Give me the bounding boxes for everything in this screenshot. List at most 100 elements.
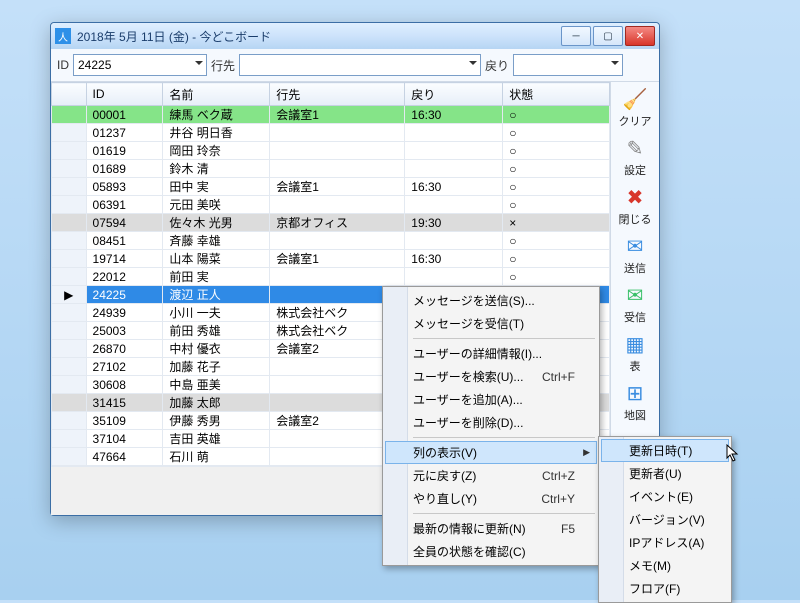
cell-name: 渡辺 正人: [163, 286, 270, 304]
clear-icon: 🧹: [620, 86, 650, 112]
cell-ret: [405, 160, 503, 178]
cell-name: 元田 美咲: [163, 196, 270, 214]
receive-icon: ✉: [620, 282, 650, 308]
sidebar-table[interactable]: ▦表: [613, 329, 657, 378]
cell-id: 24225: [86, 286, 163, 304]
menu-item[interactable]: ユーザーの詳細情報(I)...: [385, 342, 597, 365]
cell-ret: 16:30: [405, 178, 503, 196]
cell-dest: [270, 268, 405, 286]
column-header[interactable]: 状態: [503, 83, 610, 106]
cell-id: 00001: [86, 106, 163, 124]
table-row[interactable]: 19714山本 陽菜会議室116:30○: [52, 250, 610, 268]
cell-ret: [405, 142, 503, 160]
submenu-item[interactable]: イベント(E): [601, 485, 729, 508]
cell-id: 01689: [86, 160, 163, 178]
column-header[interactable]: [52, 83, 87, 106]
cell-id: 30608: [86, 376, 163, 394]
row-header: [52, 376, 87, 394]
column-header[interactable]: 戻り: [405, 83, 503, 106]
column-header[interactable]: ID: [86, 83, 163, 106]
titlebar[interactable]: 人 2018年 5月 11日 (金) - 今どこボード ─ ▢ ✕: [51, 23, 659, 49]
cell-id: 08451: [86, 232, 163, 250]
close-icon: ✖: [620, 184, 650, 210]
cell-name: 中島 亜美: [163, 376, 270, 394]
menu-item[interactable]: 元に戻す(Z)Ctrl+Z: [385, 464, 597, 487]
row-header: [52, 178, 87, 196]
cell-name: 斉藤 幸雄: [163, 232, 270, 250]
cell-name: 井谷 明日香: [163, 124, 270, 142]
id-label: ID: [57, 58, 69, 72]
shortcut-label: Ctrl+Z: [542, 469, 575, 483]
table-row[interactable]: 00001練馬 ベク蔵会議室116:30○: [52, 106, 610, 124]
row-header: [52, 142, 87, 160]
cell-dest: [270, 196, 405, 214]
menu-item[interactable]: 全員の状態を確認(C): [385, 540, 597, 563]
cell-name: 伊藤 秀男: [163, 412, 270, 430]
menu-item[interactable]: メッセージを受信(T): [385, 312, 597, 335]
sidebar-label: 設定: [613, 162, 657, 178]
table-row[interactable]: 05893田中 実会議室116:30○: [52, 178, 610, 196]
cell-state: ○: [503, 232, 610, 250]
table-row[interactable]: 22012前田 実○: [52, 268, 610, 286]
submenu-item[interactable]: バージョン(V): [601, 508, 729, 531]
send-icon: ✉: [620, 233, 650, 259]
cell-ret: [405, 124, 503, 142]
sidebar-receive[interactable]: ✉受信: [613, 280, 657, 329]
menu-item[interactable]: メッセージを送信(S)...: [385, 289, 597, 312]
submenu-item[interactable]: IPアドレス(A): [601, 531, 729, 554]
maximize-button[interactable]: ▢: [593, 26, 623, 46]
shortcut-label: Ctrl+F: [542, 370, 575, 384]
submenu-item[interactable]: 更新日時(T): [601, 439, 729, 462]
settings-icon: ✎: [620, 135, 650, 161]
menu-item[interactable]: 列の表示(V): [385, 441, 597, 464]
row-header: [52, 448, 87, 466]
toolbar: ID 行先 戻り: [51, 49, 659, 82]
table-row[interactable]: 01619岡田 玲奈○: [52, 142, 610, 160]
submenu-item[interactable]: フロア(F): [601, 577, 729, 600]
dest-combo[interactable]: [239, 54, 481, 76]
cell-id: 35109: [86, 412, 163, 430]
window-title: 2018年 5月 11日 (金) - 今どこボード: [77, 28, 561, 45]
submenu-item[interactable]: メモ(M): [601, 554, 729, 577]
id-combo[interactable]: [73, 54, 207, 76]
sidebar-send[interactable]: ✉送信: [613, 231, 657, 280]
row-header: [52, 250, 87, 268]
cell-name: 小川 一夫: [163, 304, 270, 322]
menu-item[interactable]: やり直し(Y)Ctrl+Y: [385, 487, 597, 510]
submenu-item[interactable]: 更新者(U): [601, 462, 729, 485]
cell-name: 前田 秀雄: [163, 322, 270, 340]
sidebar-close[interactable]: ✖閉じる: [613, 182, 657, 231]
cell-ret: [405, 232, 503, 250]
sidebar-settings[interactable]: ✎設定: [613, 133, 657, 182]
table-icon: ▦: [620, 331, 650, 357]
cell-name: 田中 実: [163, 178, 270, 196]
app-icon: 人: [55, 28, 71, 44]
table-row[interactable]: 08451斉藤 幸雄 ○: [52, 232, 610, 250]
column-header[interactable]: 名前: [163, 83, 270, 106]
menu-item[interactable]: ユーザーを検索(U)...Ctrl+F: [385, 365, 597, 388]
close-button[interactable]: ✕: [625, 26, 655, 46]
sidebar-map[interactable]: ⊞地図: [613, 378, 657, 427]
minimize-button[interactable]: ─: [561, 26, 591, 46]
menu-item[interactable]: ユーザーを削除(D)...: [385, 411, 597, 434]
table-row[interactable]: 06391元田 美咲○: [52, 196, 610, 214]
cell-id: 37104: [86, 430, 163, 448]
table-row[interactable]: 01689鈴木 清○: [52, 160, 610, 178]
row-header: [52, 268, 87, 286]
column-header[interactable]: 行先: [270, 83, 405, 106]
cell-id: 19714: [86, 250, 163, 268]
table-row[interactable]: 07594佐々木 光男京都オフィス19:30×: [52, 214, 610, 232]
menu-item[interactable]: ユーザーを追加(A)...: [385, 388, 597, 411]
cell-dest: 京都オフィス: [270, 214, 405, 232]
sidebar-clear[interactable]: 🧹クリア: [613, 84, 657, 133]
context-menu[interactable]: メッセージを送信(S)...メッセージを受信(T) ユーザーの詳細情報(I)...…: [382, 286, 600, 566]
table-row[interactable]: 01237井谷 明日香○: [52, 124, 610, 142]
submenu-columns[interactable]: 更新日時(T)更新者(U)イベント(E)バージョン(V)IPアドレス(A)メモ(…: [598, 436, 732, 603]
row-header: [52, 214, 87, 232]
return-combo[interactable]: [513, 54, 623, 76]
menu-item[interactable]: 最新の情報に更新(N)F5: [385, 517, 597, 540]
cell-name: 岡田 玲奈: [163, 142, 270, 160]
cell-state: ○: [503, 160, 610, 178]
cell-ret: 19:30: [405, 214, 503, 232]
cell-name: 加藤 花子: [163, 358, 270, 376]
